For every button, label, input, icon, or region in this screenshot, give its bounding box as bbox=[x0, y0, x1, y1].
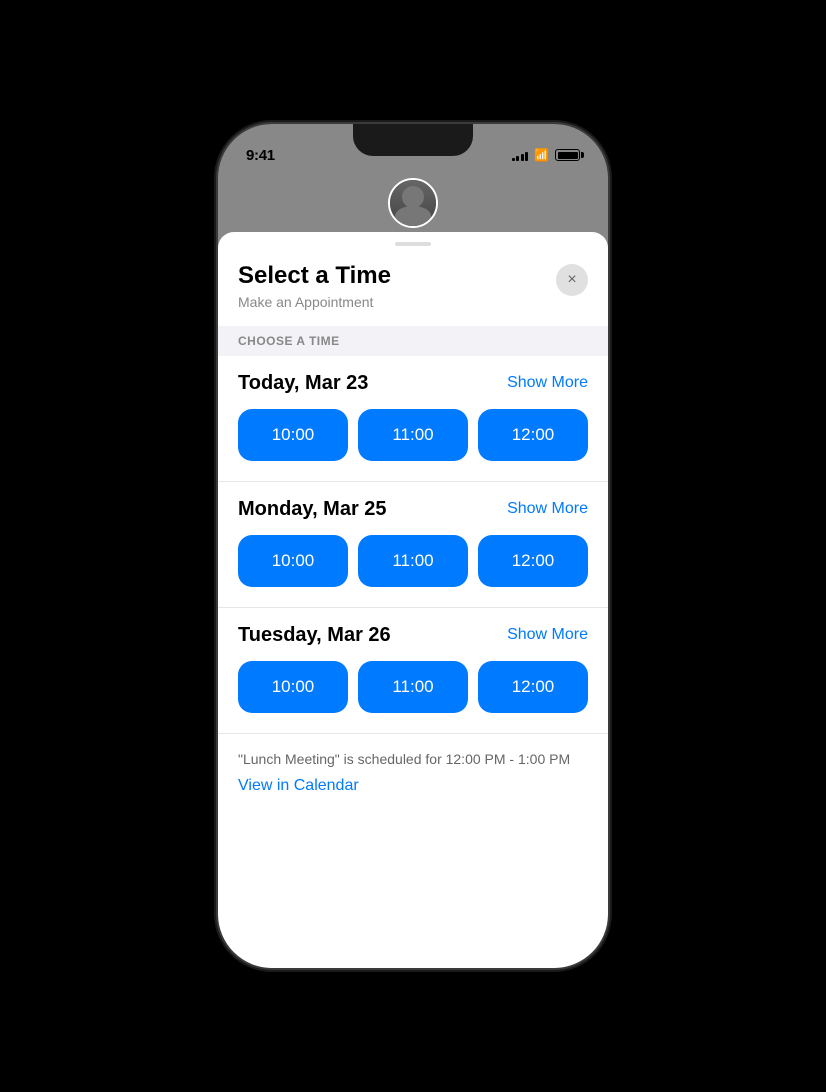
time-slot-0-0[interactable]: 10:00 bbox=[238, 409, 348, 461]
bottom-sheet: Select a Time Make an Appointment × CHOO… bbox=[218, 232, 608, 968]
status-icons: 📶 bbox=[512, 148, 580, 162]
time-slot-1-2[interactable]: 12:00 bbox=[478, 535, 588, 587]
time-slot-0-2[interactable]: 12:00 bbox=[478, 409, 588, 461]
close-button[interactable]: × bbox=[556, 264, 588, 296]
day-title-2: Tuesday, Mar 26 bbox=[238, 624, 391, 647]
phone-screen: 9:41 📶 bbox=[218, 124, 608, 968]
time-slot-2-2[interactable]: 12:00 bbox=[478, 661, 588, 713]
status-time: 9:41 bbox=[246, 147, 275, 164]
sheet-subtitle: Make an Appointment bbox=[238, 294, 391, 310]
show-more-button-1[interactable]: Show More bbox=[507, 500, 588, 518]
signal-icon bbox=[512, 150, 529, 161]
time-slot-0-1[interactable]: 11:00 bbox=[358, 409, 468, 461]
sheet-title: Select a Time bbox=[238, 262, 391, 291]
days-container: Today, Mar 23Show More10:0011:0012:00Mon… bbox=[218, 356, 608, 734]
show-more-button-2[interactable]: Show More bbox=[507, 626, 588, 644]
view-in-calendar-link[interactable]: View in Calendar bbox=[218, 773, 608, 811]
time-slot-1-1[interactable]: 11:00 bbox=[358, 535, 468, 587]
day-section-2: Tuesday, Mar 26 Show More 10:0011:0012:00 bbox=[218, 608, 608, 734]
time-slot-1-0[interactable]: 10:00 bbox=[238, 535, 348, 587]
day-section-1: Monday, Mar 25 Show More 10:0011:0012:00 bbox=[218, 482, 608, 608]
day-title-1: Monday, Mar 25 bbox=[238, 498, 387, 521]
avatar bbox=[388, 178, 438, 228]
profile-area bbox=[218, 172, 608, 232]
time-slot-2-0[interactable]: 10:00 bbox=[238, 661, 348, 713]
phone-frame: 9:41 📶 bbox=[218, 124, 608, 968]
battery-icon bbox=[555, 149, 580, 161]
wifi-icon: 📶 bbox=[534, 148, 549, 162]
notch bbox=[353, 124, 473, 156]
time-slot-2-1[interactable]: 11:00 bbox=[358, 661, 468, 713]
section-header: CHOOSE A TIME bbox=[218, 326, 608, 356]
show-more-button-0[interactable]: Show More bbox=[507, 374, 588, 392]
day-title-0: Today, Mar 23 bbox=[238, 372, 368, 395]
day-section-0: Today, Mar 23 Show More 10:0011:0012:00 bbox=[218, 356, 608, 482]
conflict-note: "Lunch Meeting" is scheduled for 12:00 P… bbox=[218, 734, 608, 774]
sheet-header: Select a Time Make an Appointment × bbox=[218, 246, 608, 326]
